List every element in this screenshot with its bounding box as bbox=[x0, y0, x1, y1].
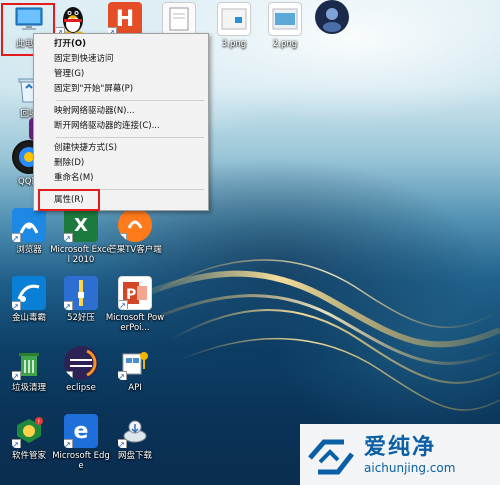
shortcut-arrow-icon: ↗ bbox=[12, 233, 21, 242]
menu-item-create-shortcut[interactable]: 创建快捷方式(S) bbox=[34, 141, 208, 156]
image-file-icon bbox=[268, 2, 302, 36]
desktop-icon-edge[interactable]: e ↗ Microsoft Edge bbox=[52, 414, 110, 478]
desktop-icon-netdisk-download[interactable]: ↗ 网盘下载 bbox=[106, 414, 164, 478]
shortcut-arrow-icon: ↗ bbox=[118, 439, 127, 448]
icon-label: eclipse bbox=[66, 383, 96, 393]
menu-separator bbox=[56, 100, 204, 101]
icon-label: Microsoft Edge bbox=[52, 451, 110, 471]
document-icon bbox=[162, 2, 196, 36]
watermark-url: aichunjing.com bbox=[364, 460, 456, 475]
menu-item-open[interactable]: 打开(O) bbox=[34, 37, 208, 52]
shortcut-arrow-icon: ↗ bbox=[64, 301, 73, 310]
desktop-icon-3png[interactable]: 3.png bbox=[205, 2, 263, 66]
desktop-icon-cleanup[interactable]: ↗ 垃圾清理 bbox=[0, 346, 58, 410]
zip-archive-icon: ↗ bbox=[64, 276, 98, 310]
watermark-logo-icon bbox=[300, 424, 362, 485]
powerpoint-icon: P ↗ bbox=[118, 276, 152, 310]
software-manager-icon: ! ↗ bbox=[12, 414, 46, 448]
context-menu: 打开(O) 固定到快速访问 管理(G) 固定到"开始"屏幕(P) 映射网络驱动器… bbox=[33, 33, 209, 211]
shortcut-arrow-icon: ↗ bbox=[64, 233, 73, 242]
icon-label: 芒果TV客户端 bbox=[108, 245, 162, 255]
html5-icon: H ↗ bbox=[108, 2, 142, 36]
menu-item-manage[interactable]: 管理(G) bbox=[34, 67, 208, 82]
desktop-icon-powerpoint[interactable]: P ↗ Microsoft PowerPoi... bbox=[106, 276, 164, 340]
shortcut-arrow-icon: ↗ bbox=[119, 300, 128, 309]
browser-icon: ↗ bbox=[12, 208, 46, 242]
menu-separator bbox=[56, 137, 204, 138]
shortcut-arrow-icon: ↗ bbox=[12, 301, 21, 310]
menu-item-disconnect-network-drive[interactable]: 断开网络驱动器的连接(C)... bbox=[34, 119, 208, 134]
mango-tv-icon: ↗ bbox=[118, 208, 152, 242]
icon-label: Microsoft PowerPoi... bbox=[105, 313, 165, 333]
app-avatar-icon bbox=[315, 0, 349, 34]
watermark-brand: 爱纯净 bbox=[364, 434, 437, 460]
edge-icon: e ↗ bbox=[64, 414, 98, 448]
icon-label: 52好压 bbox=[67, 313, 95, 323]
icon-label: API bbox=[128, 383, 142, 393]
menu-item-rename[interactable]: 重命名(M) bbox=[34, 171, 208, 186]
shortcut-arrow-icon: ↗ bbox=[118, 233, 127, 242]
eclipse-icon: ↗ bbox=[64, 346, 98, 380]
icon-label: 网盘下载 bbox=[117, 451, 152, 461]
api-icon: ↗ bbox=[118, 346, 152, 380]
menu-item-pin-quick-access[interactable]: 固定到快速访问 bbox=[34, 52, 208, 67]
desktop[interactable]: 此电脑 ↗ H ↗ 3.png 2.png 回收 QQ影 ↗ 浏览器 X ↗ M… bbox=[0, 0, 500, 485]
shortcut-arrow-icon: ↗ bbox=[64, 439, 73, 448]
desktop-icon-avatar-app[interactable] bbox=[303, 0, 361, 64]
menu-item-map-network-drive[interactable]: 映射网络驱动器(N)... bbox=[34, 104, 208, 119]
desktop-icon-mango-tv[interactable]: ↗ 芒果TV客户端 bbox=[106, 208, 164, 272]
desktop-icon-zip[interactable]: ↗ 52好压 bbox=[52, 276, 110, 340]
image-file-icon bbox=[217, 2, 251, 36]
shortcut-arrow-icon: ↗ bbox=[12, 371, 21, 380]
shortcut-arrow-icon: ↗ bbox=[118, 371, 127, 380]
desktop-icon-excel[interactable]: X ↗ Microsoft Excel 2010 bbox=[50, 208, 112, 272]
trash-cleaner-icon: ↗ bbox=[12, 346, 46, 380]
menu-item-pin-start[interactable]: 固定到"开始"屏幕(P) bbox=[34, 82, 208, 97]
desktop-icon-eclipse[interactable]: ↗ eclipse bbox=[52, 346, 110, 410]
desktop-icon-api[interactable]: ↗ API bbox=[106, 346, 164, 410]
qq-penguin-icon: ↗ bbox=[56, 2, 90, 36]
excel-icon: X ↗ bbox=[64, 208, 98, 242]
menu-item-delete[interactable]: 删除(D) bbox=[34, 156, 208, 171]
watermark: 爱纯净 aichunjing.com bbox=[300, 424, 500, 485]
shortcut-arrow-icon: ↗ bbox=[12, 439, 21, 448]
shortcut-arrow-icon: ↗ bbox=[64, 371, 73, 380]
icon-label: Microsoft Excel 2010 bbox=[50, 245, 112, 265]
highlight-properties bbox=[38, 189, 100, 211]
kingsoft-antivirus-icon: ↗ bbox=[12, 276, 46, 310]
svg-text:!: ! bbox=[38, 419, 40, 426]
cloud-download-icon: ↗ bbox=[118, 414, 152, 448]
desktop-icon-kingsoft[interactable]: ↗ 金山毒霸 bbox=[0, 276, 58, 340]
